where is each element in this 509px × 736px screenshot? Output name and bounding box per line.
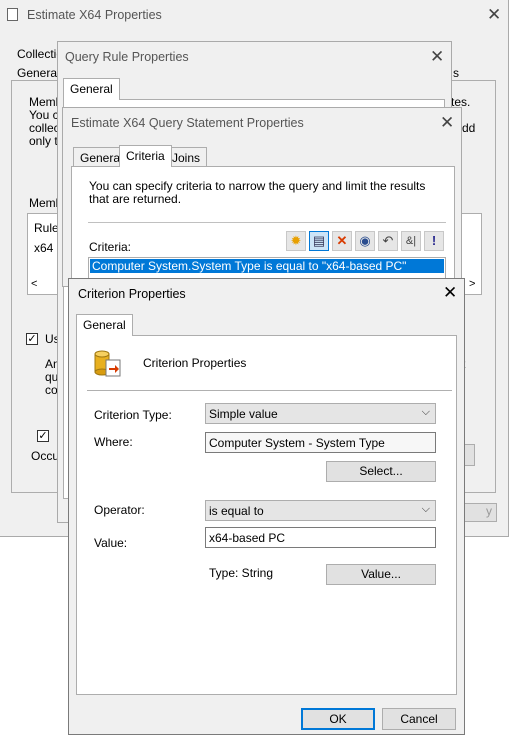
where-value: Computer System - System Type [209, 436, 385, 450]
type-text: Type: String [209, 566, 274, 580]
criterion-type-label: Criterion Type: [94, 408, 172, 422]
window-title: Criterion Properties [78, 287, 186, 301]
delete-icon[interactable]: ✕ [332, 231, 352, 251]
ok-button[interactable]: OK [301, 708, 375, 730]
occurrence-checkbox[interactable]: ✓ [37, 430, 49, 442]
tab-label-right: s [453, 66, 459, 80]
not-icon[interactable]: ! [424, 231, 444, 251]
ungroup-icon[interactable]: ↶ [378, 231, 398, 251]
group-icon[interactable]: ◉ [355, 231, 375, 251]
criterion-header-title: Criterion Properties [143, 356, 247, 370]
select-button-label: Select... [359, 464, 403, 478]
window-title: Query Rule Properties [65, 50, 189, 64]
criterion-properties-window: Criterion Properties ✕ General Criterion… [68, 278, 465, 735]
close-icon[interactable]: ✕ [440, 114, 454, 131]
value-button-label: Value... [361, 567, 401, 581]
description-line: only t [29, 134, 58, 148]
close-icon[interactable]: ✕ [430, 48, 444, 65]
query-statement-properties-window: Estimate X64 Query Statement Properties … [62, 107, 462, 287]
window-title: Estimate X64 Query Statement Properties [71, 116, 304, 130]
tab-general[interactable]: General [76, 314, 133, 336]
cancel-button[interactable]: Cancel [382, 708, 456, 730]
tab-label: General [80, 151, 123, 165]
members-column-header[interactable]: Rule [34, 221, 59, 235]
chevron-down-icon: ⌵ [421, 503, 430, 515]
cancel-button-label: Cancel [400, 712, 438, 726]
close-icon[interactable]: ✕ [443, 284, 457, 301]
window-title: Estimate X64 Properties [27, 8, 162, 22]
description-line: You c [29, 108, 59, 122]
criteria-description: You can specify criteria to narrow the q… [89, 179, 426, 206]
close-icon[interactable]: ✕ [487, 6, 501, 23]
description-line: collec [29, 121, 60, 135]
use-checkbox[interactable]: ✓ [26, 333, 38, 345]
tab-general[interactable]: General [17, 66, 60, 80]
tab-label: General [70, 82, 113, 96]
operator-select[interactable]: is equal to ⌵ [205, 500, 436, 521]
criterion-database-icon [93, 349, 125, 379]
window-app-icon [7, 8, 18, 21]
select-button[interactable]: Select... [326, 461, 436, 482]
ok-button-label: OK [329, 712, 347, 726]
scroll-right-icon[interactable]: > [469, 278, 475, 290]
tab-criteria[interactable]: Criteria [119, 145, 172, 167]
info-line: co [45, 383, 58, 397]
criteria-separator [88, 222, 446, 223]
header-separator [87, 390, 452, 391]
value-input-text: x64-based PC [209, 531, 286, 545]
criterion-row-selected[interactable]: Computer System.System Type is equal to … [90, 259, 444, 273]
criterion-panel: Criterion Properties Criterion Type: Sim… [76, 335, 457, 695]
scroll-left-icon[interactable]: < [31, 278, 37, 290]
criteria-label: Criteria: [89, 240, 132, 254]
value-label: Value: [94, 536, 128, 550]
properties-icon[interactable]: ▤ [309, 231, 329, 251]
operator-value: is equal to [209, 504, 264, 518]
members-row[interactable]: x64 [34, 241, 53, 255]
criterion-type-select[interactable]: Simple value ⌵ [205, 403, 436, 424]
and-or-icon[interactable]: &| [401, 231, 421, 251]
criterion-type-value: Simple value [209, 407, 278, 421]
tab-label: Criteria [126, 149, 165, 163]
criteria-panel: You can specify criteria to narrow the q… [71, 166, 455, 286]
value-input[interactable]: x64-based PC [205, 527, 436, 548]
new-criterion-icon[interactable]: ✹ [286, 231, 306, 251]
occurrence-label: Occu [31, 449, 60, 463]
apply-button-label: y [486, 504, 492, 518]
description-line-right: dd [462, 121, 476, 135]
operator-label: Operator: [94, 503, 145, 517]
tab-label: Joins [172, 151, 201, 165]
tab-general[interactable]: General [63, 78, 120, 100]
chevron-down-icon: ⌵ [421, 406, 430, 418]
where-label: Where: [94, 435, 133, 449]
where-field[interactable]: Computer System - System Type [205, 432, 436, 453]
tab-label: General [83, 318, 126, 332]
value-button[interactable]: Value... [326, 564, 436, 585]
